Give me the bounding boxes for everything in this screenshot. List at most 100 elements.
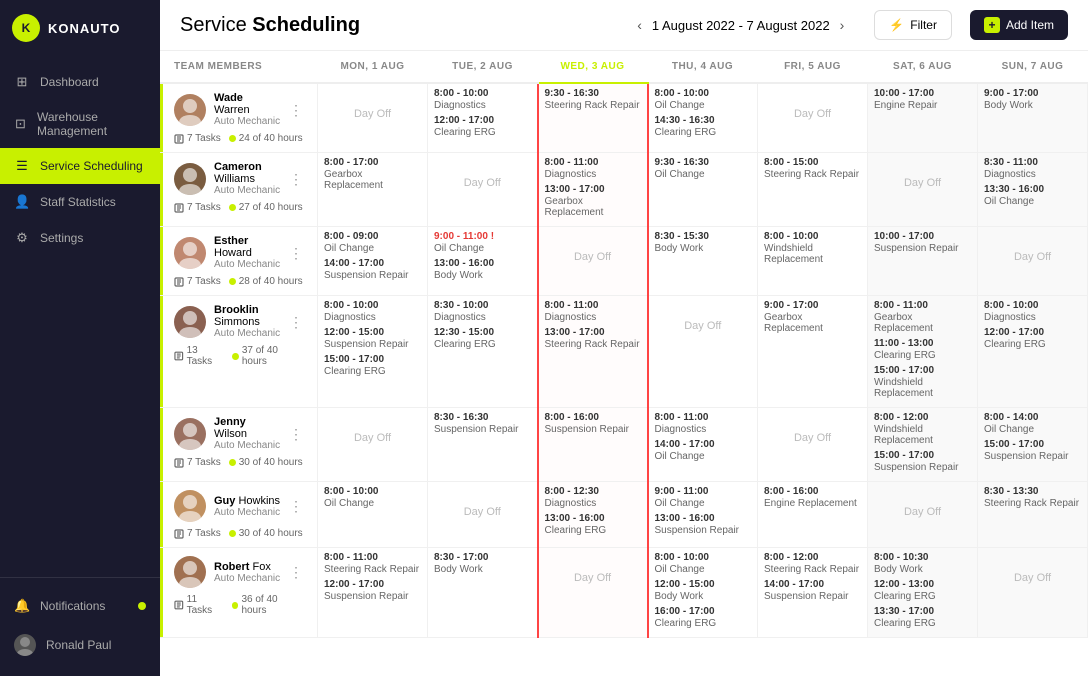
settings-icon: ⚙ <box>14 230 30 246</box>
task-time: 10:00 - 17:00 <box>874 231 971 242</box>
task-time: 8:00 - 10:00 <box>655 88 752 99</box>
member-avatar <box>174 418 206 450</box>
task-time: 8:30 - 10:00 <box>434 300 531 311</box>
sched-cell-wed: 8:00 - 11:00 Diagnostics 13:00 - 17:00 G… <box>538 153 648 227</box>
col-header-wed: WED, 3 AUG <box>538 51 648 83</box>
task-time: 8:00 - 09:00 <box>324 231 421 242</box>
task-name: Suspension Repair <box>655 525 752 536</box>
sidebar-item-service[interactable]: ☰ Service Scheduling <box>0 148 160 184</box>
task-block: 15:00 - 17:00 Suspension Repair <box>984 439 1081 462</box>
sched-cell-mon: 8:00 - 09:00 Oil Change 14:00 - 17:00 Su… <box>318 227 428 296</box>
task-block: 8:00 - 10:00 Diagnostics <box>434 88 531 111</box>
sched-cell-mon: 8:00 - 11:00 Steering Rack Repair 12:00 … <box>318 548 428 638</box>
sched-cell-fri: 8:00 - 10:00 Windshield Replacement <box>758 227 868 296</box>
task-block: 13:00 - 17:00 Steering Rack Repair <box>545 327 641 350</box>
task-block: 8:00 - 12:30 Diagnostics <box>545 486 641 509</box>
sidebar-item-staff[interactable]: 👤 Staff Statistics <box>0 184 160 220</box>
task-name: Steering Rack Repair <box>545 100 641 111</box>
sidebar-bottom: 🔔 Notifications Ronald Paul <box>0 577 160 676</box>
task-block: 8:00 - 11:00 Diagnostics <box>545 300 641 323</box>
task-block: 9:00 - 17:00 Gearbox Replacement <box>764 300 861 334</box>
sidebar-item-dashboard[interactable]: ⊞ Dashboard <box>0 64 160 100</box>
task-time: 8:30 - 16:30 <box>434 412 531 423</box>
task-block: 9:00 - 17:00 Body Work <box>984 88 1081 111</box>
task-name: Suspension Repair <box>874 243 971 254</box>
task-time: 8:00 - 15:00 <box>764 157 861 168</box>
task-name: Windshield Replacement <box>874 377 971 399</box>
task-name: Gearbox Replacement <box>545 196 641 218</box>
task-name: Oil Change <box>984 424 1081 435</box>
sidebar-nav: ⊞ Dashboard ⊡ Warehouse Management ☰ Ser… <box>0 56 160 577</box>
sidebar-item-label: Staff Statistics <box>40 195 116 209</box>
task-time: 12:00 - 13:00 <box>874 579 971 590</box>
task-name: Body Work <box>655 243 752 254</box>
sidebar-item-settings[interactable]: ⚙ Settings <box>0 220 160 256</box>
task-count: 13 Tasks <box>174 345 224 367</box>
task-time: 10:00 - 17:00 <box>874 88 971 99</box>
task-block: 16:00 - 17:00 Clearing ERG <box>655 606 752 629</box>
task-time: 15:00 - 17:00 <box>874 450 971 461</box>
sidebar-item-notifications[interactable]: 🔔 Notifications <box>0 588 160 624</box>
task-time: 9:30 - 16:30 <box>545 88 641 99</box>
member-menu-button[interactable]: ⋮ <box>289 246 303 260</box>
schedule-container[interactable]: TEAM MEMBERS MON, 1 AUG TUE, 2 AUG WED, … <box>160 51 1088 676</box>
member-menu-button[interactable]: ⋮ <box>289 315 303 329</box>
add-icon: + <box>984 17 1000 33</box>
col-header-sun: SUN, 7 AUG <box>978 51 1088 83</box>
task-name: Diagnostics <box>434 312 531 323</box>
member-menu-button[interactable]: ⋮ <box>289 565 303 579</box>
task-name: Steering Rack Repair <box>545 339 641 350</box>
sched-cell-sun: Day Off <box>978 548 1088 638</box>
task-time: 15:00 - 17:00 <box>324 354 421 365</box>
member-menu-button[interactable]: ⋮ <box>289 103 303 117</box>
task-block: 8:00 - 11:00 Diagnostics <box>655 412 752 435</box>
header-nav: ‹ 1 August 2022 - 7 August 2022 › ⚡ Filt… <box>633 10 1068 40</box>
hours-count: 30 of 40 hours <box>229 457 303 468</box>
task-block: 12:00 - 15:00 Suspension Repair <box>324 327 421 350</box>
filter-button[interactable]: ⚡ Filter <box>874 10 952 40</box>
task-name: Steering Rack Repair <box>324 564 421 575</box>
task-name: Engine Replacement <box>764 498 861 509</box>
week-label: 1 August 2022 - 7 August 2022 <box>652 18 830 33</box>
task-time: 14:00 - 17:00 <box>655 439 752 450</box>
member-role: Auto Mechanic <box>214 573 280 584</box>
task-name: Diagnostics <box>324 312 421 323</box>
sched-cell-mon: 8:00 - 10:00 Oil Change <box>318 482 428 548</box>
member-role: Auto Mechanic <box>214 116 281 127</box>
task-time: 8:00 - 11:00 <box>545 300 641 311</box>
member-menu-button[interactable]: ⋮ <box>289 427 303 441</box>
prev-week-button[interactable]: ‹ <box>633 13 646 37</box>
sched-cell-fri: Day Off <box>758 83 868 153</box>
member-cell: Wade Warren Auto Mechanic ⋮ 7 Tasks 24 o… <box>160 83 318 153</box>
sched-cell-tue: 8:00 - 10:00 Diagnostics 12:00 - 17:00 C… <box>428 83 538 153</box>
task-block: 14:00 - 17:00 Oil Change <box>655 439 752 462</box>
next-week-button[interactable]: › <box>836 13 849 37</box>
sched-cell-sat: 10:00 - 17:00 Suspension Repair <box>868 227 978 296</box>
member-avatar <box>174 94 206 126</box>
table-row: Robert Fox Auto Mechanic ⋮ 11 Tasks 36 o… <box>160 548 1088 638</box>
task-name: Suspension Repair <box>324 270 421 281</box>
sidebar-item-user[interactable]: Ronald Paul <box>0 624 160 666</box>
task-block: 14:00 - 17:00 Suspension Repair <box>324 258 421 281</box>
task-block: 8:00 - 11:00 Steering Rack Repair <box>324 552 421 575</box>
task-block: 8:00 - 10:00 Oil Change <box>655 552 752 575</box>
task-time: 8:30 - 15:30 <box>655 231 752 242</box>
task-block: 12:00 - 17:00 Suspension Repair <box>324 579 421 602</box>
sidebar-item-warehouse[interactable]: ⊡ Warehouse Management <box>0 100 160 148</box>
sched-cell-wed: 8:00 - 11:00 Diagnostics 13:00 - 17:00 S… <box>538 296 648 408</box>
task-name: Steering Rack Repair <box>984 498 1081 509</box>
task-block: 8:00 - 11:00 Gearbox Replacement <box>874 300 971 334</box>
warehouse-icon: ⊡ <box>14 116 27 132</box>
member-menu-button[interactable]: ⋮ <box>289 499 303 513</box>
col-header-fri: FRI, 5 AUG <box>758 51 868 83</box>
member-menu-button[interactable]: ⋮ <box>289 172 303 186</box>
sched-cell-wed: Day Off <box>538 548 648 638</box>
member-cell: Jenny Wilson Auto Mechanic ⋮ 7 Tasks 30 … <box>160 408 318 482</box>
task-time: 9:00 - 11:00 <box>655 486 752 497</box>
add-item-button[interactable]: + Add Item <box>970 10 1068 40</box>
task-block: 8:00 - 09:00 Oil Change <box>324 231 421 254</box>
member-avatar <box>174 237 206 269</box>
table-row: Cameron Williams Auto Mechanic ⋮ 7 Tasks… <box>160 153 1088 227</box>
sched-cell-wed: Day Off <box>538 227 648 296</box>
task-block: 8:00 - 11:00 Diagnostics <box>545 157 641 180</box>
